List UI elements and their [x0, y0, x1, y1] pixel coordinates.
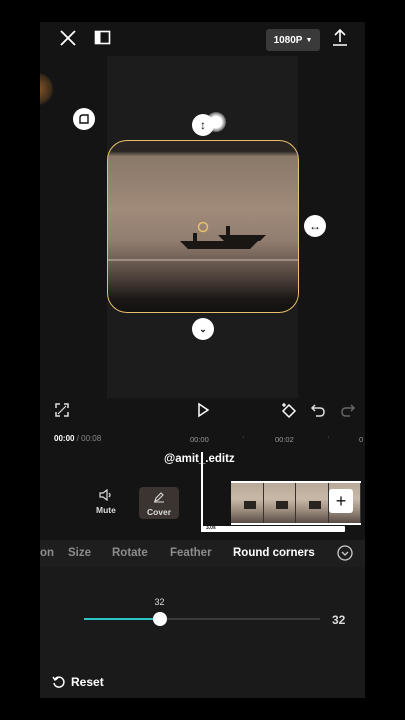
- slider-fill: [84, 618, 160, 620]
- clip-duration-label: 3.0s: [206, 525, 216, 531]
- redo-icon: [341, 404, 356, 417]
- blurred-light-decor: [40, 72, 54, 106]
- slider-bubble-value: 32: [154, 597, 165, 607]
- add-clip-button[interactable]: +: [329, 489, 353, 513]
- tab-feather[interactable]: Feather: [170, 547, 212, 559]
- aspect-ratio-icon: [94, 30, 111, 45]
- ruler-mark-partial: 0: [359, 435, 364, 444]
- editor-app: 1080P ▼ ↕ ↔ ⌄ 00:00 / 00:08 00:00 · 00:0…: [40, 22, 365, 698]
- resize-horizontal-handle[interactable]: ↔: [304, 215, 326, 237]
- boat-scene-image: [108, 221, 298, 261]
- ruler-mark: 00:00: [190, 435, 209, 444]
- plus-icon: +: [335, 490, 347, 511]
- cover-button[interactable]: Cover: [139, 487, 179, 519]
- current-time: 00:00: [54, 434, 75, 443]
- close-button[interactable]: [58, 28, 78, 48]
- cover-label: Cover: [146, 507, 172, 517]
- playhead[interactable]: [201, 452, 203, 532]
- play-button[interactable]: [195, 402, 211, 418]
- clip-frame: [296, 483, 329, 523]
- fullscreen-button[interactable]: [54, 402, 70, 418]
- undo-button[interactable]: [310, 402, 326, 418]
- tab-animation[interactable]: on: [40, 547, 54, 559]
- ruler-dot: ·: [242, 432, 245, 441]
- aspect-ratio-button[interactable]: [94, 30, 112, 46]
- double-chevron-down-icon: ⌄: [199, 323, 207, 334]
- clip-duration-bar: [201, 526, 345, 532]
- play-icon: [198, 402, 210, 418]
- undo-icon: [310, 404, 325, 417]
- ruler-mark: 00:02: [275, 435, 294, 444]
- corner-icon: [79, 114, 89, 124]
- collapse-tabs-button[interactable]: [337, 545, 353, 561]
- reset-icon: [52, 676, 65, 688]
- clip-frame: [263, 483, 296, 523]
- watermark-text: @amit_.editz: [164, 453, 235, 465]
- reset-button[interactable]: Reset: [52, 675, 104, 689]
- reset-label: Reset: [71, 675, 104, 689]
- clip-frame: [231, 483, 264, 523]
- mute-label: Mute: [96, 505, 116, 515]
- tab-rotate[interactable]: Rotate: [112, 547, 148, 559]
- resolution-label: 1080P: [273, 34, 303, 46]
- total-time: 00:08: [81, 434, 102, 443]
- corner-radius-handle[interactable]: [73, 108, 95, 130]
- redo-button[interactable]: [340, 402, 356, 418]
- time-display: 00:00 / 00:08: [54, 434, 101, 443]
- export-button[interactable]: [331, 28, 349, 48]
- fullscreen-icon: [55, 403, 69, 417]
- mute-button[interactable]: Mute: [96, 489, 116, 515]
- rotate-handle[interactable]: ⌄: [192, 318, 214, 340]
- speaker-icon: [99, 489, 111, 501]
- video-clip-frame[interactable]: [107, 140, 299, 313]
- close-icon: [60, 30, 76, 46]
- ruler-dot: ·: [327, 432, 330, 441]
- tab-size[interactable]: Size: [68, 547, 91, 559]
- resolution-dropdown[interactable]: 1080P ▼: [266, 29, 320, 51]
- export-icon: [333, 28, 347, 46]
- adjust-tabs: on Size Rotate Feather Round corners: [40, 540, 365, 567]
- tab-round-corners[interactable]: Round corners: [233, 547, 315, 559]
- slider-thumb[interactable]: [152, 612, 167, 626]
- keyframe-button[interactable]: [280, 401, 298, 419]
- horizontal-arrows-icon: ↔: [309, 219, 321, 233]
- slider-value: 32: [332, 613, 346, 627]
- pencil-icon: [154, 492, 164, 503]
- touch-indicator: [206, 112, 226, 132]
- keyframe-icon: [281, 403, 297, 419]
- chevron-down-circle-icon: [337, 545, 353, 561]
- chevron-down-icon: ▼: [305, 36, 313, 44]
